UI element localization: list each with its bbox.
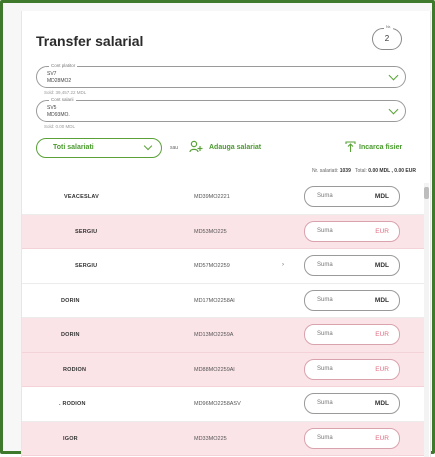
employee-iban: MD88MO2259Al — [194, 366, 235, 373]
employee-count-value: 1039 — [339, 168, 351, 174]
employee-name: IGOR — [63, 435, 78, 442]
window-frame: Transfer salarial Nr. 2 Cont platitor SV… — [0, 0, 435, 457]
employee-iban: MD57MO2259 — [194, 263, 230, 269]
scrollbar-thumb[interactable] — [424, 187, 429, 199]
employee-name: . RODION — [59, 401, 86, 407]
cont-salarii-iban: MD93MO. — [47, 112, 70, 118]
currency-label: EUR — [375, 227, 389, 235]
employee-iban: MD96MO2258ASV — [194, 401, 241, 407]
currency-label: EUR — [375, 331, 389, 338]
employee-iban: MD17MO2258Al — [194, 297, 235, 304]
amount-input[interactable]: Suma MDL — [304, 393, 400, 414]
employee-iban: MD33MO225 — [194, 435, 227, 442]
page-title: Transfer salarial — [36, 33, 144, 49]
amount-placeholder: Suma — [317, 262, 333, 268]
amount-input[interactable]: Suma EUR — [304, 220, 400, 242]
employee-iban: MD39MO2221 — [194, 194, 230, 200]
employee-list: VEACESLAV MD39MO2221 Suma MDL SERGIU MD5… — [22, 180, 425, 456]
amount-placeholder: Suma — [317, 227, 333, 234]
amount-placeholder: Suma — [317, 434, 333, 441]
amount-placeholder: Suma — [317, 400, 333, 406]
cont-platitor-select[interactable]: Cont platitor SV7 MD28MO2 — [36, 63, 406, 88]
employee-row: SERGIU MD53MO225 Suma EUR — [22, 214, 425, 249]
chevron-down-icon — [388, 70, 399, 81]
amount-input[interactable]: Suma EUR — [304, 427, 400, 449]
cont-salarii-select[interactable]: Cont salarii SV5 MD93MO. — [36, 97, 406, 122]
chevron-down-icon — [388, 104, 399, 115]
amount-placeholder: Suma — [317, 365, 333, 372]
amount-input[interactable]: Suma MDL — [304, 186, 400, 207]
amount-input[interactable]: Suma MDL — [304, 255, 400, 276]
amount-placeholder: Suma — [317, 193, 333, 199]
employee-iban: MD13MO2259A — [194, 332, 234, 338]
total-label: Total: — [354, 168, 367, 174]
chevron-down-icon — [143, 141, 153, 151]
employee-name: DORIN — [61, 297, 80, 304]
currency-label: EUR — [375, 365, 389, 373]
employee-row: DORIN MD13MO2259A Suma EUR — [22, 318, 425, 353]
employee-name: DORIN — [61, 332, 80, 338]
chevron-right-icon: › — [282, 262, 284, 268]
summary-line: Nr. salariati: 1039 Total: 0.00 MDL , 0.… — [312, 168, 416, 174]
employee-name: SERGIU — [75, 263, 98, 269]
upload-icon[interactable] — [345, 141, 356, 153]
currency-label: MDL — [374, 296, 389, 304]
amount-input[interactable]: Suma EUR — [304, 324, 400, 345]
currency-label: MDL — [374, 193, 389, 200]
amount-input[interactable]: Suma EUR — [304, 358, 400, 380]
employee-row: RODION MD88MO2259Al Suma EUR — [22, 352, 425, 387]
add-employee-button[interactable]: Adauga salariat — [209, 144, 261, 151]
currency-label: MDL — [374, 262, 389, 269]
amount-input[interactable]: Suma MDL — [304, 289, 400, 311]
upload-file-button[interactable]: Incarca fisier — [359, 144, 402, 151]
employee-filter-select[interactable]: Toti salariati — [36, 138, 162, 158]
employee-count-label: Nr. salariati: — [311, 168, 339, 174]
cont-salarii-sold: Sold: 0.00 MDL — [44, 124, 76, 129]
amount-placeholder: Suma — [317, 296, 333, 303]
cont-salarii-legend: Cont salarii — [49, 97, 76, 103]
total-value: 0.00 MDL , 0.00 EUR — [368, 168, 416, 174]
employee-row: VEACESLAV MD39MO2221 Suma MDL — [22, 180, 425, 215]
nr-value: 2 — [384, 34, 390, 43]
cont-platitor-legend: Cont platitor — [49, 63, 78, 69]
currency-label: EUR — [375, 434, 389, 442]
amount-placeholder: Suma — [317, 331, 333, 337]
employee-row: SERGIU MD57MO2259 › Suma MDL — [22, 249, 425, 284]
currency-label: MDL — [374, 400, 389, 407]
cont-platitor-code: SV7 — [47, 71, 57, 77]
cont-salarii-code: SV5 — [47, 105, 57, 111]
employee-iban: MD53MO225 — [194, 228, 227, 235]
employee-row: . RODION MD96MO2258ASV Suma MDL — [22, 387, 425, 422]
add-user-icon[interactable] — [189, 140, 203, 154]
transfer-panel: Transfer salarial Nr. 2 Cont platitor SV… — [21, 11, 431, 457]
employee-row: IGOR MD33MO225 Suma EUR — [22, 421, 425, 456]
employee-name: SERGIU — [75, 228, 98, 235]
nr-field[interactable]: Nr. 2 — [372, 24, 402, 50]
employee-name: VEACESLAV — [64, 194, 100, 200]
cont-platitor-sold: Sold: 39,457.22 MDL — [44, 90, 87, 95]
nr-legend: Nr. — [384, 24, 394, 30]
or-label: sau — [170, 145, 179, 151]
list-scrollbar[interactable] — [424, 183, 429, 457]
employee-name: RODION — [63, 366, 87, 373]
employee-row: DORIN MD17MO2258Al Suma MDL — [22, 283, 425, 318]
filter-label: Toti salariati — [53, 144, 94, 151]
cont-platitor-iban: MD28MO2 — [47, 78, 72, 84]
